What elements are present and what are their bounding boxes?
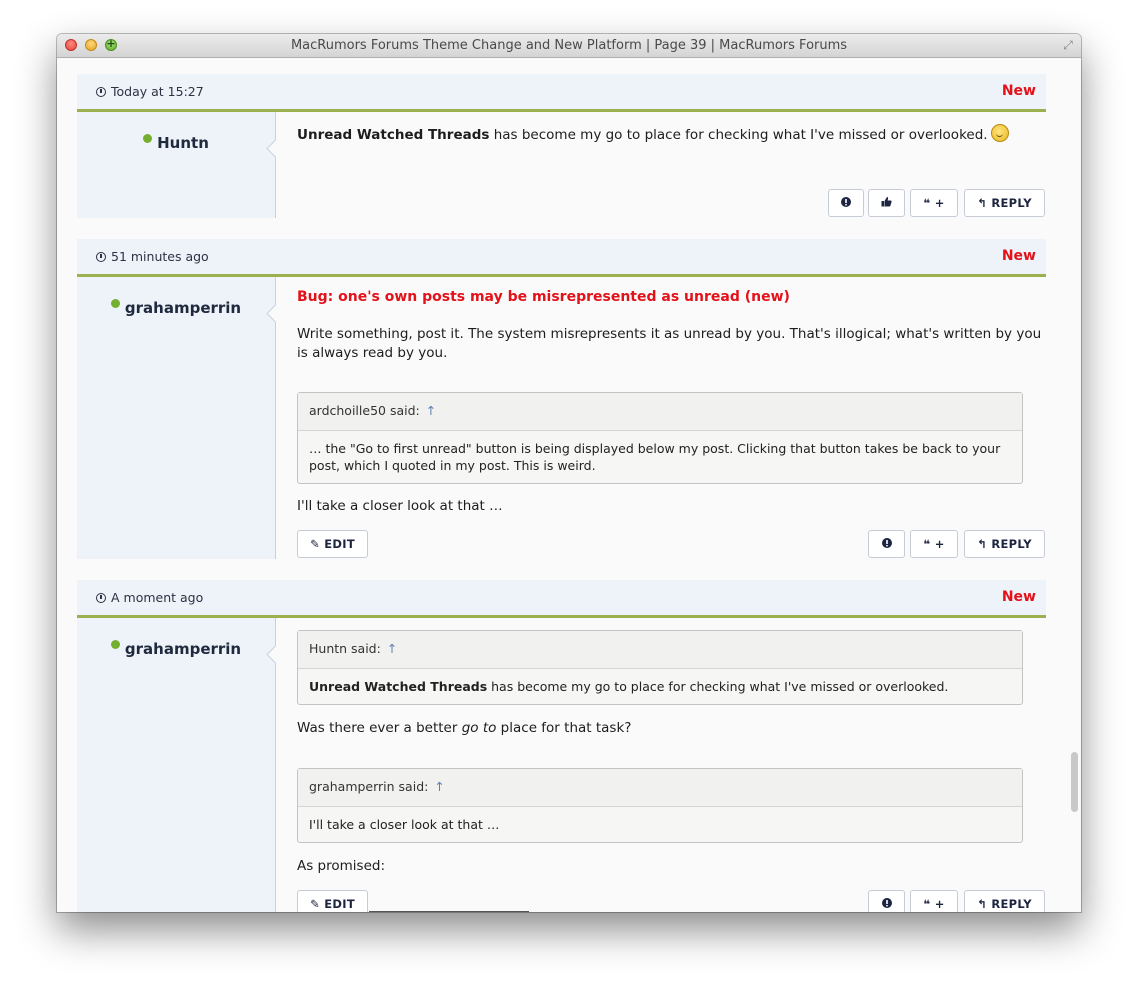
quote-icon: ❝ [923, 897, 931, 911]
author-name[interactable]: Huntn [77, 134, 275, 152]
alert-icon [841, 197, 851, 207]
post-header: Today at 15:27 New [77, 74, 1046, 112]
quote-icon: ❝ [923, 196, 931, 210]
clock-icon [96, 252, 106, 262]
quote-block: ardchoille50 said: ↑ … the "Go to first … [297, 392, 1023, 484]
online-status-icon [110, 299, 120, 308]
clock-icon [96, 87, 106, 97]
thumbs-up-icon [881, 197, 892, 207]
closing-text: As promised: [297, 858, 386, 874]
report-button[interactable] [828, 189, 864, 217]
multiquote-button[interactable]: ❝ + [910, 890, 958, 912]
title-bar: MacRumors Forums Theme Change and New Pl… [57, 34, 1081, 58]
post-paragraph: Write something, post it. The system mis… [297, 326, 1042, 361]
pencil-icon: ✎ [310, 537, 320, 551]
alert-icon [881, 538, 892, 548]
new-badge: New [1001, 83, 1036, 99]
quote-text: I'll take a closer look at that … [309, 817, 500, 832]
online-status-icon [110, 640, 120, 649]
author-name-text: grahamperrin [124, 640, 242, 658]
quote-rest-text: has become my go to place for checking w… [487, 679, 949, 694]
author-name-text: grahamperrin [124, 299, 242, 317]
line-end: place for that task? [496, 720, 632, 736]
go-to-original-icon[interactable]: ↑ [434, 779, 444, 794]
author-name-text: Huntn [157, 134, 209, 152]
post-time-text: Today at 15:27 [111, 84, 204, 99]
post-header: A moment ago New [77, 580, 1046, 618]
quote-text: … the "Go to first unread" button is bei… [309, 441, 1001, 473]
multiquote-label: + [934, 196, 945, 210]
new-badge: New [1001, 248, 1036, 264]
post-timestamp[interactable]: Today at 15:27 [96, 84, 204, 99]
reply-button[interactable]: ↰ REPLY [964, 890, 1045, 912]
quote-header: ardchoille50 said: ↑ [298, 393, 1022, 431]
reply-icon: ↰ [977, 196, 988, 210]
post-time-text: A moment ago [111, 590, 204, 605]
message-text: has become my go to place for checking w… [489, 127, 988, 143]
post-paragraph: Was there ever a better go to place for … [297, 719, 631, 738]
edit-label: EDIT [324, 537, 355, 551]
post-timestamp[interactable]: 51 minutes ago [96, 249, 209, 264]
vertical-scrollbar[interactable] [1071, 752, 1078, 812]
author-name[interactable]: grahamperrin [77, 640, 275, 658]
like-button[interactable] [868, 189, 905, 217]
user-pane: Huntn [77, 112, 285, 218]
reply-icon: ↰ [977, 897, 988, 911]
report-button[interactable] [868, 530, 905, 558]
quote-text: Unread Watched Threads has become my go … [298, 669, 1022, 704]
smiley-icon [990, 124, 1009, 142]
quote-author[interactable]: ardchoille50 said: [309, 403, 420, 418]
reply-label: REPLY [991, 537, 1032, 551]
quote-author[interactable]: Huntn said: [309, 641, 381, 656]
reply-label: REPLY [991, 897, 1032, 911]
line-emphasis: go to [461, 720, 497, 736]
line-start: Was there ever a better [297, 720, 462, 736]
report-button[interactable] [868, 890, 905, 912]
bold-link-text: Unread Watched Threads [297, 127, 490, 143]
reply-button[interactable]: ↰ REPLY [964, 530, 1045, 558]
multiquote-button[interactable]: ❝ + [910, 530, 958, 558]
quote-author[interactable]: grahamperrin said: [309, 779, 428, 794]
author-name[interactable]: grahamperrin [77, 299, 275, 317]
quote-header: Huntn said: ↑ [298, 631, 1022, 669]
quote-block: grahamperrin said: ↑ I'll take a closer … [297, 768, 1023, 843]
pencil-icon: ✎ [310, 897, 320, 911]
multiquote-label: + [934, 537, 945, 551]
progress-line [369, 911, 529, 912]
edit-label: EDIT [324, 897, 355, 911]
clock-icon [96, 593, 106, 603]
post-title: Bug: one's own posts may be misrepresent… [297, 289, 790, 305]
multiquote-label: + [934, 897, 945, 911]
edit-button[interactable]: ✎ EDIT [297, 530, 368, 558]
alert-icon [881, 898, 892, 908]
user-pane: grahamperrin [77, 277, 285, 559]
online-status-icon [143, 134, 153, 143]
closing-text: I'll take a closer look at that … [297, 498, 503, 514]
quote-header: grahamperrin said: ↑ [298, 769, 1022, 807]
post-header: 51 minutes ago New [77, 239, 1046, 277]
edit-button[interactable]: ✎ EDIT [297, 890, 368, 912]
window-title: MacRumors Forums Theme Change and New Pl… [290, 38, 848, 53]
go-to-original-icon[interactable]: ↑ [387, 641, 397, 656]
browser-window: MacRumors Forums Theme Change and New Pl… [57, 34, 1081, 912]
reply-icon: ↰ [977, 537, 988, 551]
user-pane: grahamperrin [77, 618, 285, 912]
quote-icon: ❝ [923, 537, 931, 551]
page-content: Today at 15:27 New Huntn Unread Watched … [57, 58, 1081, 912]
multiquote-button[interactable]: ❝ + [910, 189, 958, 217]
post-time-text: 51 minutes ago [111, 249, 209, 264]
fullscreen-icon[interactable]: ⤢ [1061, 38, 1075, 52]
post-message: Unread Watched Threads has become my go … [297, 124, 1017, 145]
reply-label: REPLY [991, 196, 1032, 210]
quote-block: Huntn said: ↑ Unread Watched Threads has… [297, 630, 1023, 705]
quote-bold-text: Unread Watched Threads [309, 679, 488, 694]
go-to-original-icon[interactable]: ↑ [426, 403, 436, 418]
post-timestamp[interactable]: A moment ago [96, 590, 203, 605]
new-badge: New [1001, 589, 1036, 605]
reply-button[interactable]: ↰ REPLY [964, 189, 1045, 217]
